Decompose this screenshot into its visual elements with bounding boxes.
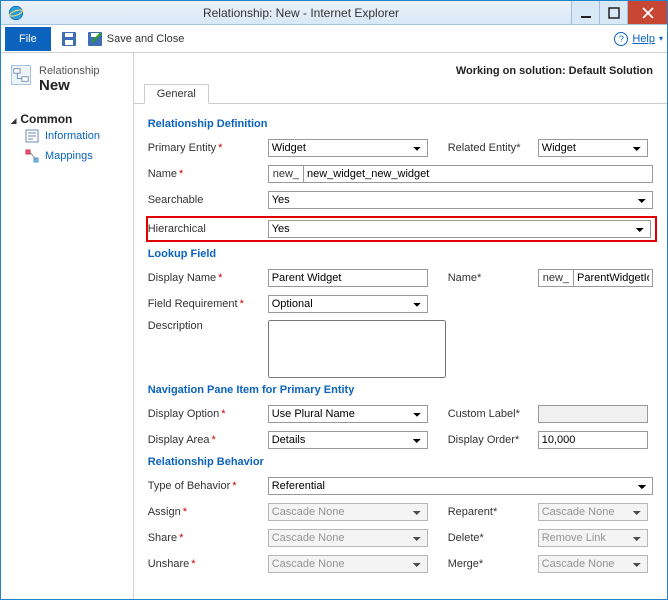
command-bar: File Save and Close ? Help ▾ <box>1 25 667 53</box>
info-icon <box>25 129 39 143</box>
share-label: Share* <box>148 532 268 544</box>
searchable-select[interactable]: Yes <box>268 191 653 209</box>
help-icon: ? <box>614 32 628 46</box>
lookup-name-prefix: new_ <box>538 269 573 287</box>
help-label: Help <box>632 33 655 45</box>
form-area: Relationship Definition Primary Entity* … <box>134 104 667 584</box>
common-section-header[interactable]: Common <box>11 112 123 126</box>
hierarchical-select[interactable]: Yes <box>268 220 651 238</box>
main-pane: Working on solution: Default Solution Ge… <box>133 53 667 599</box>
sidebar-item-mappings[interactable]: Mappings <box>11 146 123 166</box>
merge-select: Cascade None <box>538 555 648 573</box>
window-buttons <box>571 1 667 24</box>
display-name-input[interactable] <box>268 269 428 287</box>
section-relationship-behavior: Relationship Behavior <box>148 456 653 468</box>
section-lookup-field: Lookup Field <box>148 248 653 260</box>
name-prefix: new_ <box>268 165 303 183</box>
field-requirement-label: Field Requirement* <box>148 298 268 310</box>
section-relationship-definition: Relationship Definition <box>148 118 653 130</box>
save-icon[interactable] <box>61 31 77 47</box>
delete-select: Remove Link <box>538 529 648 547</box>
reparent-select: Cascade None <box>538 503 648 521</box>
ie-icon <box>7 4 25 22</box>
window-title: Relationship: New - Internet Explorer <box>31 6 571 20</box>
display-area-label: Display Area* <box>148 434 268 446</box>
close-button[interactable] <box>627 1 667 24</box>
lookup-name-label: Name* <box>448 272 538 284</box>
section-navigation-pane: Navigation Pane Item for Primary Entity <box>148 384 653 396</box>
save-and-close-label: Save and Close <box>107 33 185 45</box>
type-of-behavior-label: Type of Behavior* <box>148 480 268 492</box>
display-order-input[interactable] <box>538 431 648 449</box>
titlebar: Relationship: New - Internet Explorer <box>1 1 667 25</box>
description-textarea[interactable] <box>268 320 446 378</box>
entity-name: New <box>39 77 100 94</box>
description-label: Description <box>148 320 268 332</box>
primary-entity-label: Primary Entity* <box>148 142 268 154</box>
type-of-behavior-select[interactable]: Referential <box>268 477 653 495</box>
name-label: Name* <box>148 168 268 180</box>
merge-label: Merge* <box>448 558 538 570</box>
tab-row: General <box>134 83 667 104</box>
reparent-label: Reparent* <box>448 506 538 518</box>
custom-label-label: Custom Label* <box>448 408 538 420</box>
chevron-down-icon: ▾ <box>659 34 663 43</box>
sidebar: Relationship New Common Information Mapp… <box>1 53 133 599</box>
display-option-label: Display Option* <box>148 408 268 420</box>
sidebar-item-label: Information <box>45 130 100 142</box>
assign-label: Assign* <box>148 506 268 518</box>
sidebar-item-label: Mappings <box>45 150 93 162</box>
searchable-label: Searchable <box>148 194 268 206</box>
display-option-select[interactable]: Use Plural Name <box>268 405 428 423</box>
unshare-select: Cascade None <box>268 555 428 573</box>
save-and-close-button[interactable]: Save and Close <box>87 31 185 47</box>
related-entity-label: Related Entity* <box>448 142 538 154</box>
primary-entity-select[interactable]: Widget <box>268 139 428 157</box>
related-entity-select[interactable]: Widget <box>538 139 648 157</box>
relationship-icon <box>11 65 31 85</box>
entity-header: Relationship New <box>11 65 123 94</box>
custom-label-field <box>538 405 648 423</box>
hierarchical-label: Hierarchical <box>148 223 268 235</box>
unshare-label: Unshare* <box>148 558 268 570</box>
mappings-icon <box>25 149 39 163</box>
name-input[interactable] <box>303 165 653 183</box>
entity-type-label: Relationship <box>39 65 100 77</box>
assign-select: Cascade None <box>268 503 428 521</box>
solution-status: Working on solution: Default Solution <box>134 53 667 83</box>
share-select: Cascade None <box>268 529 428 547</box>
file-menu[interactable]: File <box>5 27 51 51</box>
display-order-label: Display Order* <box>448 434 538 446</box>
minimize-button[interactable] <box>571 1 599 24</box>
save-close-icon <box>87 31 103 47</box>
maximize-button[interactable] <box>599 1 627 24</box>
lookup-name-input[interactable] <box>573 269 653 287</box>
sidebar-item-information[interactable]: Information <box>11 126 123 146</box>
tab-general[interactable]: General <box>144 84 209 104</box>
delete-label: Delete* <box>448 532 538 544</box>
help-menu[interactable]: ? Help ▾ <box>614 32 663 46</box>
display-name-label: Display Name* <box>148 272 268 284</box>
display-area-select[interactable]: Details <box>268 431 428 449</box>
field-requirement-select[interactable]: Optional <box>268 295 428 313</box>
